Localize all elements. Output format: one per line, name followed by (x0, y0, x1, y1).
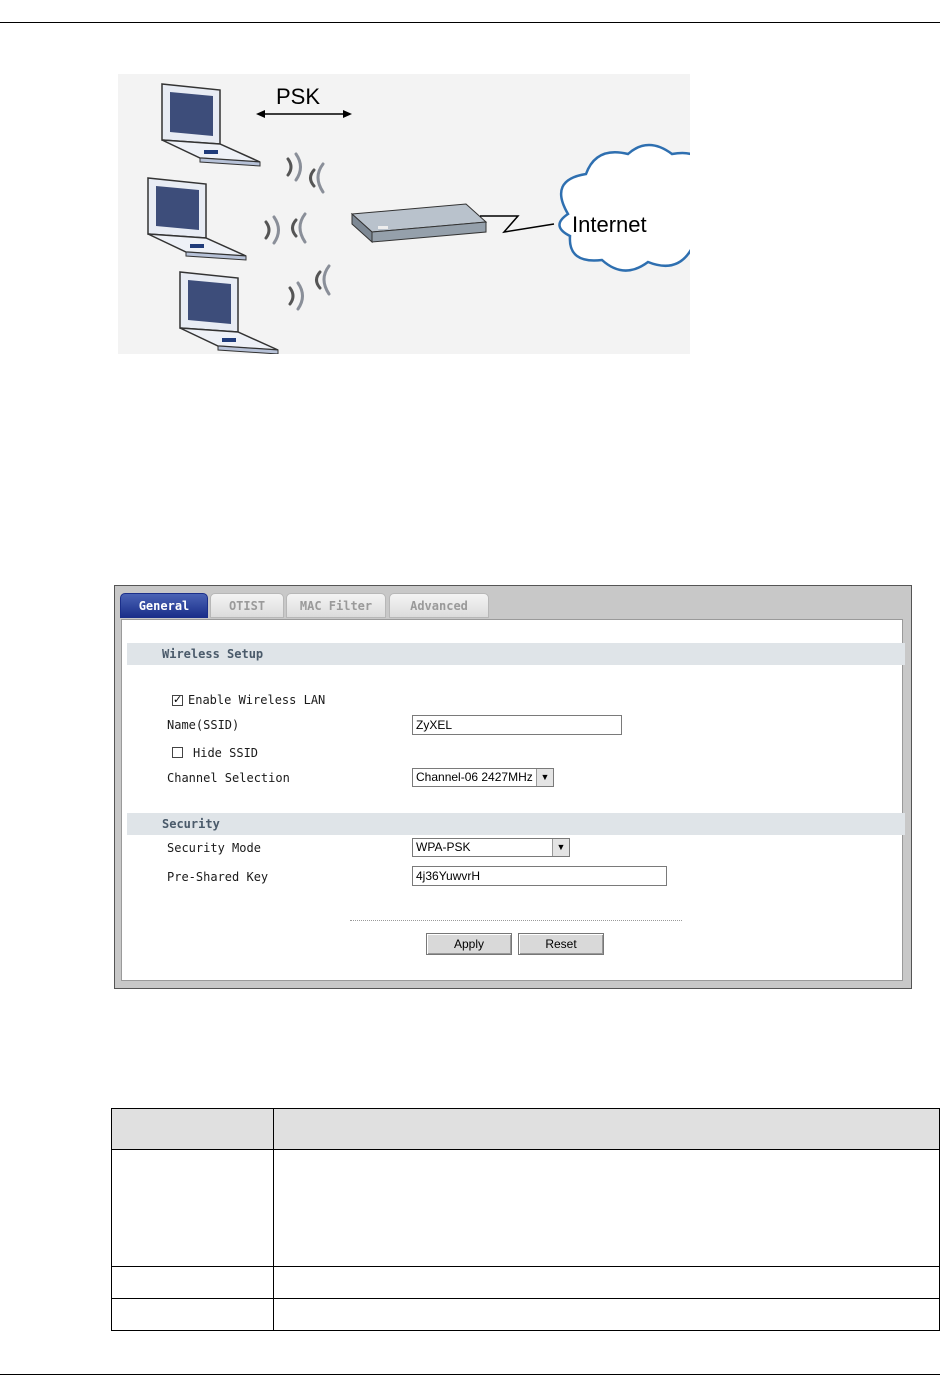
chevron-down-icon[interactable]: ▼ (552, 839, 569, 856)
double-arrow-icon (256, 110, 352, 118)
divider (350, 920, 682, 921)
channel-select-value: Channel-06 2427MHz (416, 770, 533, 784)
tab-general[interactable]: General (120, 593, 208, 618)
security-mode-label: Security Mode (167, 841, 261, 855)
tab-advanced[interactable]: Advanced (389, 593, 489, 618)
table-header-cell (111, 1108, 274, 1150)
table-header-cell (273, 1108, 940, 1150)
enable-wireless-lan-checkbox[interactable]: ✓ (172, 695, 183, 706)
bottom-rule (0, 1374, 940, 1375)
reset-button[interactable]: Reset (518, 933, 604, 955)
table-row (111, 1149, 940, 1267)
ssid-label: Name(SSID) (167, 718, 240, 732)
table-cell (111, 1149, 274, 1267)
hide-ssid-checkbox[interactable] (172, 747, 183, 758)
ssid-input[interactable]: ZyXEL (412, 715, 622, 735)
field-description-table (111, 1108, 940, 1331)
channel-selection-label: Channel Selection (167, 771, 290, 785)
enable-wireless-lan-label: Enable Wireless LAN (188, 693, 326, 707)
tab-otist[interactable]: OTIST (210, 593, 284, 618)
chevron-down-icon[interactable]: ▼ (536, 769, 553, 786)
table-cell (111, 1266, 274, 1299)
router-icon (350, 203, 488, 244)
connection-line (480, 215, 555, 234)
security-header: Security (127, 813, 905, 835)
wireless-signal-icon (264, 152, 331, 311)
laptop-icon (161, 83, 261, 167)
security-mode-select[interactable]: WPA-PSK ▼ (412, 838, 570, 857)
channel-select[interactable]: Channel-06 2427MHz ▼ (412, 768, 554, 787)
check-icon: ✓ (173, 694, 183, 706)
cloud-icon (558, 143, 721, 272)
security-mode-value: WPA-PSK (416, 840, 471, 854)
table-cell (273, 1298, 940, 1331)
general-tab-content: Wireless Setup ✓ Enable Wireless LAN Nam… (121, 619, 905, 981)
table-row (111, 1266, 940, 1299)
table-cell (273, 1266, 940, 1299)
tab-bar: General OTIST MAC Filter Advanced (120, 593, 906, 619)
table-header-row (111, 1108, 940, 1150)
apply-button[interactable]: Apply (426, 933, 512, 955)
internet-label: Internet (572, 212, 647, 237)
top-rule (0, 22, 940, 23)
tab-mac-filter[interactable]: MAC Filter (286, 593, 386, 618)
pre-shared-key-input[interactable]: 4j36YuwvrH (412, 866, 667, 886)
laptop-icon (147, 177, 247, 261)
hide-ssid-label: Hide SSID (193, 746, 259, 760)
psk-label: PSK (276, 84, 321, 109)
laptop-icon (179, 271, 279, 355)
table-cell (273, 1149, 940, 1267)
wireless-setup-header: Wireless Setup (127, 643, 905, 665)
table-cell (111, 1298, 274, 1331)
table-row (111, 1298, 940, 1331)
wireless-settings-screenshot: General OTIST MAC Filter Advanced Wirele… (114, 585, 912, 989)
pre-shared-key-label: Pre-Shared Key (167, 870, 269, 884)
